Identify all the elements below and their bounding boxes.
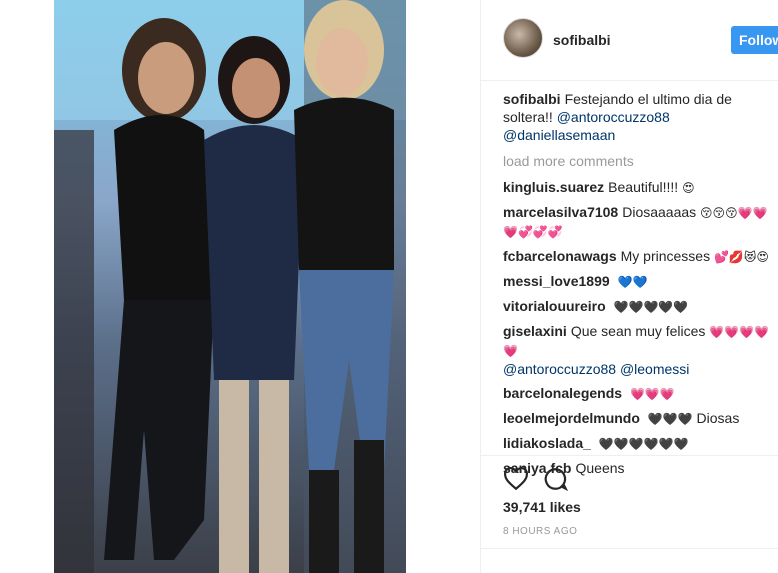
comment: marcelasilva7108 Diosaaaaas 😚😚😚💗💗💗💞💞💞 [503,203,773,241]
comment: barcelonalegends 💗💗💗 [503,384,773,403]
photo-illustration [54,0,406,573]
caption-mention[interactable]: @daniellasemaan [503,127,615,143]
comment-mention[interactable]: @leomessi [620,361,689,377]
comment-username[interactable]: leoelmejordelmundo [503,410,640,426]
comments-list: sofibalbi Festejando el ultimo dia de sol… [503,90,773,484]
avatar[interactable] [503,18,543,58]
post-details: sofibalbi Follow sofibalbi Festejando el … [481,0,778,573]
caption-username[interactable]: sofibalbi [503,91,561,107]
action-bar [481,455,778,492]
comment-username[interactable]: barcelonalegends [503,385,622,401]
comment-username[interactable]: lidiakoslada_ [503,435,591,451]
comment: leoelmejordelmundo 🖤🖤🖤 Diosas [503,409,773,428]
comment: messi_love1899 💙💙 [503,272,773,291]
comment-emoji: 🖤🖤🖤🖤🖤 [613,300,689,314]
comment-text: Queens [575,460,625,476]
comment-emoji: 💙💙 [617,275,648,289]
comment: lidiakoslada_ 🖤🖤🖤🖤🖤🖤 [503,434,773,453]
comment: giselaxini Que sean muy felices 💗💗💗💗💗 @an… [503,322,773,378]
comment-icon[interactable] [543,466,569,492]
comment-text: Beautiful!!!! [608,179,679,195]
caption-mention[interactable]: @antoroccuzzo88 [557,109,670,125]
follow-button[interactable]: Follow [731,26,778,54]
comment-text: Que sean muy felices [570,323,706,339]
post-photo[interactable] [54,0,406,573]
caption: sofibalbi Festejando el ultimo dia de sol… [503,90,773,144]
comment-emoji: 🖤🖤🖤 [647,412,693,426]
comment-emoji: 🖤🖤🖤🖤🖤🖤 [598,437,689,451]
comment-text: Diosaaaaas [622,204,697,220]
likes-count[interactable]: 39,741 likes [503,499,581,515]
comment-username[interactable]: fcbarcelonawags [503,248,617,264]
comment: fcbarcelonawags My princesses 💕💋😻😍 [503,247,773,266]
photo-pane [0,0,481,573]
add-comment-bar [481,548,778,573]
comment-username[interactable]: kingluis.suarez [503,179,604,195]
comment-emoji: 💗💗💗 [629,387,675,401]
timestamp[interactable]: 8 HOURS AGO [503,526,577,537]
comment-username[interactable]: marcelasilva7108 [503,204,618,220]
comment-username[interactable]: giselaxini [503,323,567,339]
comment-username[interactable]: messi_love1899 [503,273,610,289]
comment: kingluis.suarez Beautiful!!!! 😍 [503,178,773,197]
comment: vitorialouureiro 🖤🖤🖤🖤🖤 [503,297,773,316]
comment-text: My princesses [620,248,711,264]
heart-icon[interactable] [503,466,529,492]
comment-emoji: 😍 [682,181,695,195]
post-header: sofibalbi Follow [481,0,778,81]
load-more-comments-link[interactable]: load more comments [503,152,773,170]
comment-username[interactable]: vitorialouureiro [503,298,606,314]
comment-mention[interactable]: @antoroccuzzo88 [503,361,616,377]
header-username[interactable]: sofibalbi [553,32,611,48]
comment-text: Diosas [696,410,740,426]
comment-emoji: 💕💋😻😍 [713,250,769,264]
